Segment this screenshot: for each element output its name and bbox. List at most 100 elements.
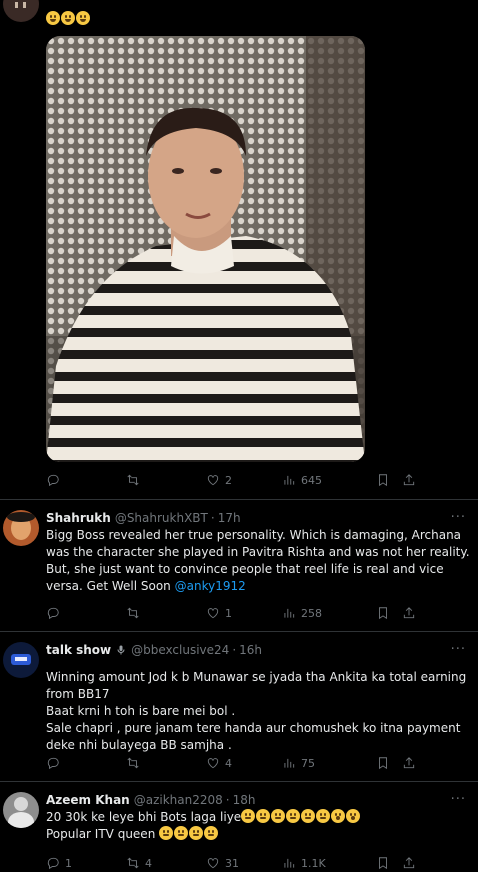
reply-button[interactable] [46, 606, 126, 620]
astonished-emoji [346, 809, 361, 823]
retweet-button[interactable] [126, 473, 206, 487]
views-button[interactable]: 75 [282, 756, 376, 770]
views-button[interactable]: 258 [282, 606, 376, 620]
retweet-icon [127, 757, 139, 769]
avatar[interactable] [3, 642, 39, 678]
grimacing-emoji [241, 809, 256, 823]
bookmark-icon [379, 757, 387, 770]
grimacing-emoji [174, 826, 189, 840]
more-options-icon[interactable]: ··· [451, 642, 466, 657]
views-icon [284, 858, 295, 868]
author-handle[interactable]: @ShahrukhXBT [115, 510, 208, 526]
heart-icon [207, 475, 219, 486]
tweet-actions: 1 4 31 1.1K [46, 853, 472, 872]
top-tweet: 2 645 [0, 0, 478, 500]
bookmark-icon [379, 607, 387, 620]
tweet-time[interactable]: 17h [218, 510, 241, 526]
tweet-actions: 4 75 [46, 753, 472, 773]
tweet-text: 20 30k ke leye bhi Bots laga liye Popula… [46, 809, 470, 843]
like-button[interactable]: 4 [206, 756, 282, 770]
grimacing-emoji [271, 809, 286, 823]
retweet-button[interactable] [126, 756, 206, 770]
share-icon [403, 757, 415, 769]
author-name[interactable]: Azeem Khan [46, 792, 130, 808]
reply-button[interactable] [46, 756, 126, 770]
grimacing-emoji [256, 809, 271, 823]
video-thumbnail[interactable] [46, 36, 365, 462]
views-button[interactable]: 1.1K [282, 856, 376, 870]
more-options-icon[interactable]: ··· [451, 792, 466, 807]
reply-icon [47, 857, 59, 870]
tweet-actions: 1 258 [46, 603, 472, 623]
reply-icon [47, 607, 59, 620]
like-button[interactable]: 1 [206, 606, 282, 620]
tweet-actions: 2 645 [46, 470, 472, 490]
views-icon [284, 758, 295, 768]
tweet-text [46, 8, 470, 27]
share-button[interactable] [402, 756, 416, 770]
separator-dot: · [225, 793, 230, 807]
mention-link[interactable]: @anky1912 [175, 579, 246, 593]
reply-icon [47, 474, 59, 487]
avatar[interactable] [3, 510, 39, 546]
author-name[interactable]: Shahrukh [46, 510, 111, 526]
grimacing-emoji [204, 826, 219, 840]
retweet-icon [127, 474, 139, 486]
views-button[interactable]: 645 [282, 473, 376, 487]
heart-icon [207, 758, 219, 769]
retweet-button[interactable] [126, 606, 206, 620]
laughing-emoji [46, 11, 60, 25]
reply-button[interactable]: 1 [46, 856, 126, 870]
tweet-text: Winning amount Jod k b Munawar se jyada … [46, 670, 467, 752]
tweet-time[interactable]: 16h [239, 642, 262, 658]
bookmark-button[interactable] [376, 473, 402, 487]
bookmark-icon [379, 857, 387, 870]
thinking-emoji [316, 809, 331, 823]
share-icon [403, 607, 415, 619]
share-button[interactable] [402, 606, 416, 620]
share-button[interactable] [402, 856, 416, 870]
bookmark-button[interactable] [376, 756, 402, 770]
reply-icon [47, 757, 59, 770]
retweet-icon [127, 607, 139, 619]
bookmark-button[interactable] [376, 856, 402, 870]
author-handle[interactable]: @azikhan2208 [134, 792, 223, 808]
views-icon [284, 475, 295, 485]
retweet-button[interactable]: 4 [126, 856, 206, 870]
views-icon [284, 608, 295, 618]
microphone-icon [117, 645, 125, 655]
laughing-emoji [76, 11, 90, 25]
author-name[interactable]: talk show [46, 642, 111, 658]
more-options-icon[interactable]: ··· [451, 510, 466, 525]
avatar[interactable] [3, 792, 39, 828]
retweet-icon [127, 857, 139, 869]
like-button[interactable]: 2 [206, 473, 282, 487]
share-icon [403, 857, 415, 869]
grimacing-emoji [189, 826, 204, 840]
bookmark-icon [379, 474, 387, 487]
grimacing-emoji [159, 826, 174, 840]
author-handle[interactable]: @bbexclusive24 [131, 642, 229, 658]
video-frame-illustration [46, 36, 365, 462]
share-icon [403, 474, 415, 486]
grimacing-emoji [301, 809, 316, 823]
reply-tweet[interactable]: Azeem Khan @azikhan2208 · 18h ··· 20 30k… [0, 782, 478, 872]
tweet-header: Shahrukh @ShahrukhXBT · 17h [46, 510, 470, 526]
heart-icon [207, 608, 219, 619]
tweet-text: Bigg Boss revealed her true personality.… [46, 528, 470, 593]
bookmark-button[interactable] [376, 606, 402, 620]
heart-icon [207, 858, 219, 869]
reply-tweet[interactable]: Shahrukh @ShahrukhXBT · 17h ··· Bigg Bos… [0, 500, 478, 632]
tweet-time[interactable]: 18h [233, 792, 256, 808]
reply-tweet[interactable]: talk show @bbexclusive24 · 16h ··· Winni… [0, 632, 478, 782]
share-button[interactable] [402, 473, 416, 487]
tweet-header: talk show @bbexclusive24 · 16h [46, 642, 470, 658]
reply-button[interactable] [46, 473, 126, 487]
tweet-header: Azeem Khan @azikhan2208 · 18h [46, 792, 470, 808]
avatar[interactable] [3, 0, 39, 22]
separator-dot: · [210, 511, 215, 525]
grimacing-emoji [286, 809, 301, 823]
like-button[interactable]: 31 [206, 856, 282, 870]
astonished-emoji [331, 809, 346, 823]
laughing-emoji [61, 11, 75, 25]
